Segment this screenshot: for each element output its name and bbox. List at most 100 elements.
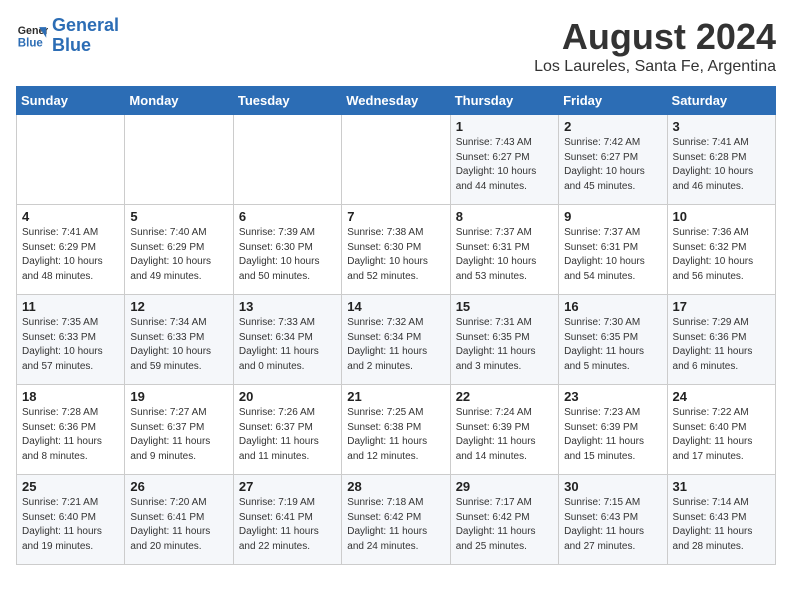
day-info: Sunrise: 7:20 AM Sunset: 6:41 PM Dayligh… [130, 496, 227, 554]
day-info: Sunrise: 7:14 AM Sunset: 6:43 PM Dayligh… [673, 496, 770, 554]
day-number: 30 [564, 479, 661, 494]
day-number: 12 [130, 299, 227, 314]
page-header: General Blue GeneralBlue August 2024 Los… [16, 16, 776, 76]
calendar-cell: 17Sunrise: 7:29 AM Sunset: 6:36 PM Dayli… [667, 295, 775, 385]
day-number: 20 [239, 389, 336, 404]
logo-text: GeneralBlue [52, 16, 119, 56]
day-info: Sunrise: 7:23 AM Sunset: 6:39 PM Dayligh… [564, 406, 661, 464]
day-info: Sunrise: 7:21 AM Sunset: 6:40 PM Dayligh… [22, 496, 119, 554]
day-number: 15 [456, 299, 553, 314]
calendar-cell: 21 Sunrise: 7:25 AM Sunset: 6:38 PM Dayli… [342, 385, 450, 475]
day-number: 22 [456, 389, 553, 404]
day-header-wednesday: Wednesday [342, 87, 450, 115]
day-number: 17 [673, 299, 770, 314]
day-info: Sunrise: 7:40 AM Sunset: 6:29 PM Dayligh… [130, 226, 227, 284]
day-number: 2 [564, 119, 661, 134]
calendar-cell: 9 Sunrise: 7:37 AM Sunset: 6:31 PM Daylig… [559, 205, 667, 295]
day-number: 18 [22, 389, 119, 404]
day-number: 25 [22, 479, 119, 494]
day-number: 13 [239, 299, 336, 314]
day-info: Sunrise: 7:24 AM Sunset: 6:39 PM Dayligh… [456, 406, 553, 464]
day-header-sunday: Sunday [17, 87, 125, 115]
day-number: 28 [347, 479, 444, 494]
day-number: 6 [239, 209, 336, 224]
day-number: 24 [673, 389, 770, 404]
day-number: 7 [347, 209, 444, 224]
day-number: 26 [130, 479, 227, 494]
day-number: 31 [673, 479, 770, 494]
day-number: 8 [456, 209, 553, 224]
day-info: Sunrise: 7:37 AM Sunset: 6:31 PM Dayligh… [456, 226, 553, 284]
day-info: Sunrise: 7:17 AM Sunset: 6:42 PM Dayligh… [456, 496, 553, 554]
day-header-saturday: Saturday [667, 87, 775, 115]
day-info: Sunrise: 7:15 AM Sunset: 6:43 PM Dayligh… [564, 496, 661, 554]
day-info: Sunrise: 7:27 AM Sunset: 6:37 PM Dayligh… [130, 406, 227, 464]
day-header-monday: Monday [125, 87, 233, 115]
calendar-cell: 16Sunrise: 7:30 AM Sunset: 6:35 PM Dayli… [559, 295, 667, 385]
calendar-week-1: 1Sunrise: 7:43 AM Sunset: 6:27 PM Daylig… [17, 115, 776, 205]
calendar-cell: 1Sunrise: 7:43 AM Sunset: 6:27 PM Daylig… [450, 115, 558, 205]
day-info: Sunrise: 7:22 AM Sunset: 6:40 PM Dayligh… [673, 406, 770, 464]
day-info: Sunrise: 7:26 AM Sunset: 6:37 PM Dayligh… [239, 406, 336, 464]
calendar-cell [125, 115, 233, 205]
day-info: Sunrise: 7:35 AM Sunset: 6:33 PM Dayligh… [22, 316, 119, 374]
calendar-cell: 4 Sunrise: 7:41 AM Sunset: 6:29 PM Daylig… [17, 205, 125, 295]
calendar-cell [17, 115, 125, 205]
calendar-cell: 13 Sunrise: 7:33 AM Sunset: 6:34 PM Dayli… [233, 295, 341, 385]
day-info: Sunrise: 7:39 AM Sunset: 6:30 PM Dayligh… [239, 226, 336, 284]
calendar-cell: 30 Sunrise: 7:15 AM Sunset: 6:43 PM Dayli… [559, 475, 667, 565]
day-info: Sunrise: 7:25 AM Sunset: 6:38 PM Dayligh… [347, 406, 444, 464]
calendar-week-5: 25 Sunrise: 7:21 AM Sunset: 6:40 PM Dayli… [17, 475, 776, 565]
day-info: Sunrise: 7:19 AM Sunset: 6:41 PM Dayligh… [239, 496, 336, 554]
calendar-cell: 28Sunrise: 7:18 AM Sunset: 6:42 PM Dayli… [342, 475, 450, 565]
day-info: Sunrise: 7:34 AM Sunset: 6:33 PM Dayligh… [130, 316, 227, 374]
calendar-cell [342, 115, 450, 205]
day-number: 29 [456, 479, 553, 494]
calendar-cell: 27 Sunrise: 7:19 AM Sunset: 6:41 PM Dayli… [233, 475, 341, 565]
calendar-cell: 7 Sunrise: 7:38 AM Sunset: 6:30 PM Daylig… [342, 205, 450, 295]
calendar-table: SundayMondayTuesdayWednesdayThursdayFrid… [16, 86, 776, 565]
calendar-cell: 31 Sunrise: 7:14 AM Sunset: 6:43 PM Dayli… [667, 475, 775, 565]
logo-icon: General Blue [16, 20, 48, 52]
day-number: 14 [347, 299, 444, 314]
calendar-cell: 10 Sunrise: 7:36 AM Sunset: 6:32 PM Dayli… [667, 205, 775, 295]
calendar-week-3: 11Sunrise: 7:35 AM Sunset: 6:33 PM Dayli… [17, 295, 776, 385]
calendar-title: August 2024 [534, 16, 776, 58]
calendar-cell: 19 Sunrise: 7:27 AM Sunset: 6:37 PM Dayli… [125, 385, 233, 475]
calendar-cell: 23 Sunrise: 7:23 AM Sunset: 6:39 PM Dayli… [559, 385, 667, 475]
calendar-cell: 26 Sunrise: 7:20 AM Sunset: 6:41 PM Dayli… [125, 475, 233, 565]
svg-text:Blue: Blue [18, 37, 44, 49]
calendar-cell [233, 115, 341, 205]
calendar-cell: 24 Sunrise: 7:22 AM Sunset: 6:40 PM Dayli… [667, 385, 775, 475]
day-info: Sunrise: 7:43 AM Sunset: 6:27 PM Dayligh… [456, 136, 553, 194]
calendar-cell: 15 Sunrise: 7:31 AM Sunset: 6:35 PM Dayli… [450, 295, 558, 385]
day-info: Sunrise: 7:42 AM Sunset: 6:27 PM Dayligh… [564, 136, 661, 194]
day-number: 9 [564, 209, 661, 224]
day-info: Sunrise: 7:36 AM Sunset: 6:32 PM Dayligh… [673, 226, 770, 284]
calendar-header-row: SundayMondayTuesdayWednesdayThursdayFrid… [17, 87, 776, 115]
day-number: 27 [239, 479, 336, 494]
day-number: 3 [673, 119, 770, 134]
day-info: Sunrise: 7:41 AM Sunset: 6:29 PM Dayligh… [22, 226, 119, 284]
day-info: Sunrise: 7:32 AM Sunset: 6:34 PM Dayligh… [347, 316, 444, 374]
day-number: 19 [130, 389, 227, 404]
day-info: Sunrise: 7:38 AM Sunset: 6:30 PM Dayligh… [347, 226, 444, 284]
day-info: Sunrise: 7:41 AM Sunset: 6:28 PM Dayligh… [673, 136, 770, 194]
calendar-cell: 25 Sunrise: 7:21 AM Sunset: 6:40 PM Dayli… [17, 475, 125, 565]
day-info: Sunrise: 7:28 AM Sunset: 6:36 PM Dayligh… [22, 406, 119, 464]
calendar-cell: 8 Sunrise: 7:37 AM Sunset: 6:31 PM Daylig… [450, 205, 558, 295]
day-number: 4 [22, 209, 119, 224]
day-number: 10 [673, 209, 770, 224]
day-number: 21 [347, 389, 444, 404]
day-number: 23 [564, 389, 661, 404]
day-header-tuesday: Tuesday [233, 87, 341, 115]
day-number: 16 [564, 299, 661, 314]
calendar-cell: 6 Sunrise: 7:39 AM Sunset: 6:30 PM Daylig… [233, 205, 341, 295]
day-info: Sunrise: 7:31 AM Sunset: 6:35 PM Dayligh… [456, 316, 553, 374]
day-info: Sunrise: 7:37 AM Sunset: 6:31 PM Dayligh… [564, 226, 661, 284]
calendar-cell: 5Sunrise: 7:40 AM Sunset: 6:29 PM Daylig… [125, 205, 233, 295]
day-header-friday: Friday [559, 87, 667, 115]
calendar-week-4: 18 Sunrise: 7:28 AM Sunset: 6:36 PM Dayli… [17, 385, 776, 475]
calendar-cell: 29 Sunrise: 7:17 AM Sunset: 6:42 PM Dayli… [450, 475, 558, 565]
day-info: Sunrise: 7:33 AM Sunset: 6:34 PM Dayligh… [239, 316, 336, 374]
